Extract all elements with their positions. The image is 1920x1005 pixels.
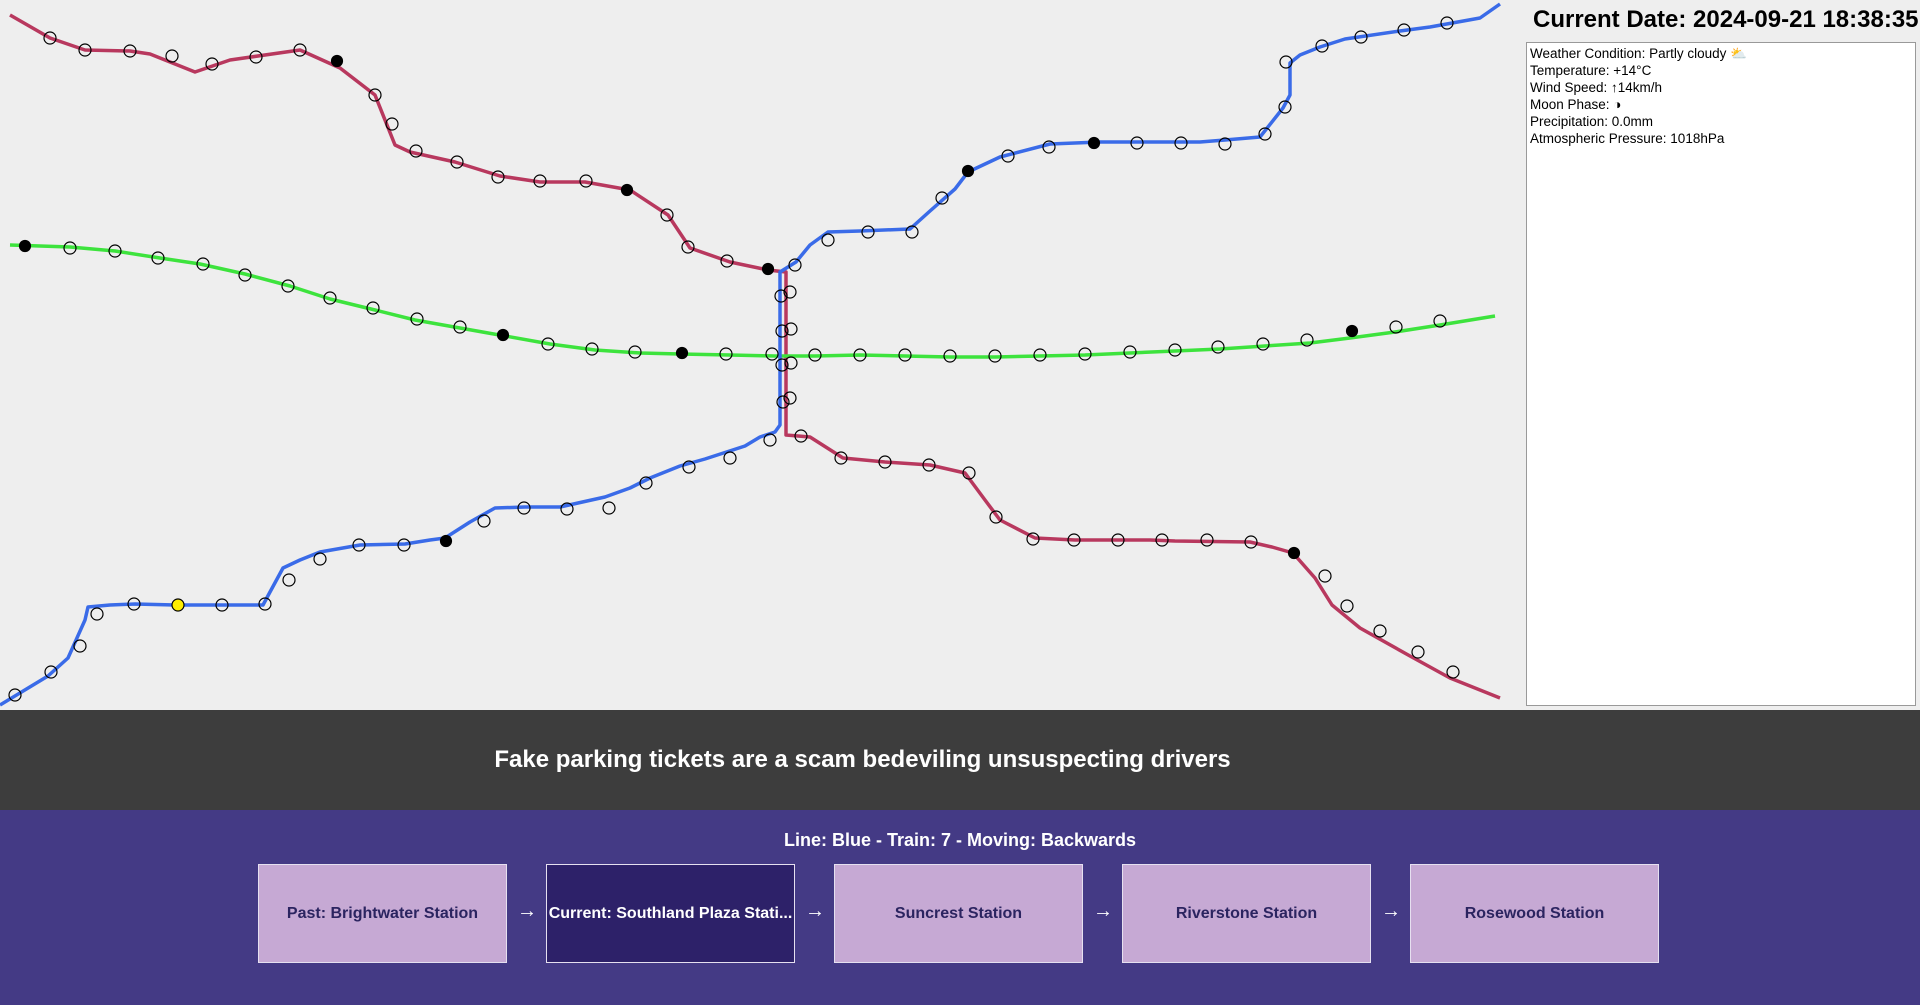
news-headline: Fake parking tickets are a scam bedevili…: [494, 746, 1231, 773]
station-marker-occupied[interactable]: [18, 239, 32, 253]
arrow-right-icon: →: [1093, 900, 1113, 922]
weather-condition: Weather Condition: Partly cloudy ⛅: [1530, 46, 1747, 61]
train-line-info: Line: Blue - Train: 7 - Moving: Backward…: [783, 830, 1137, 850]
weather-panel: Weather Condition: Partly cloudy ⛅ Tempe…: [1526, 42, 1916, 706]
station-marker[interactable]: [821, 233, 835, 247]
station-marker[interactable]: [763, 433, 777, 447]
stop-card-label: Past: Brightwater Station: [286, 904, 479, 922]
station-marker[interactable]: [1411, 645, 1425, 659]
stop-card-past[interactable]: Past: Brightwater Station: [258, 864, 507, 963]
station-marker[interactable]: [90, 607, 104, 621]
station-marker[interactable]: [1446, 665, 1460, 679]
metro-map[interactable]: [0, 0, 1525, 710]
station-marker[interactable]: [73, 639, 87, 653]
weather-temperature: Temperature: +14°C: [1530, 63, 1652, 78]
stop-card-label: Riverstone Station: [1175, 904, 1318, 922]
stop-card-label: Current: Southland Plaza Stati...: [548, 904, 793, 922]
station-marker-occupied[interactable]: [330, 54, 344, 68]
arrow-right-icon: →: [805, 900, 825, 922]
station-marker[interactable]: [1340, 599, 1354, 613]
station-marker-occupied[interactable]: [675, 346, 689, 360]
current-date: Current Date: 2024-09-21 18:38:35: [1533, 6, 1919, 33]
stop-card-current[interactable]: Current: Southland Plaza Stati...: [546, 864, 795, 963]
metro-map-canvas[interactable]: [0, 0, 1525, 710]
station-marker-occupied[interactable]: [439, 534, 453, 548]
station-marker[interactable]: [313, 552, 327, 566]
station-marker[interactable]: [165, 49, 179, 63]
station-marker-occupied[interactable]: [961, 164, 975, 178]
stop-card-label: Suncrest Station: [894, 904, 1023, 922]
weather-precipitation: Precipitation: 0.0mm: [1530, 114, 1654, 129]
news-ticker: Fake parking tickets are a scam bedevili…: [0, 710, 1920, 810]
arrow-right-icon: →: [517, 900, 537, 922]
stop-card-label: Rosewood Station: [1464, 904, 1605, 922]
train-info-panel: Line: Blue - Train: 7 - Moving: Backward…: [0, 810, 1920, 1005]
station-marker-occupied[interactable]: [761, 262, 775, 276]
stop-card-next-3[interactable]: Rosewood Station: [1410, 864, 1659, 963]
station-marker-occupied[interactable]: [1287, 546, 1301, 560]
station-marker[interactable]: [1318, 569, 1332, 583]
station-marker[interactable]: [765, 347, 779, 361]
station-marker-occupied[interactable]: [1087, 136, 1101, 150]
stop-card-next-1[interactable]: Suncrest Station: [834, 864, 1083, 963]
weather-moon-phase: Moon Phase: ◑: [1530, 97, 1622, 112]
station-marker[interactable]: [282, 573, 296, 587]
station-marker-occupied[interactable]: [620, 183, 634, 197]
station-marker[interactable]: [1373, 624, 1387, 638]
station-markers: [8, 16, 1460, 702]
weather-wind-speed: Wind Speed: ↑14km/h: [1530, 80, 1663, 95]
stop-card-next-2[interactable]: Riverstone Station: [1122, 864, 1371, 963]
station-marker[interactable]: [477, 514, 491, 528]
station-marker-occupied[interactable]: [1345, 324, 1359, 338]
info-sidebar: Current Date: 2024-09-21 18:38:35 Weathe…: [1525, 0, 1920, 710]
arrow-right-icon: →: [1381, 900, 1401, 922]
station-marker[interactable]: [1256, 337, 1270, 351]
station-marker[interactable]: [602, 501, 616, 515]
green-line-route: [9, 243, 1496, 359]
weather-pressure: Atmospheric Pressure: 1018hPa: [1530, 131, 1725, 146]
station-marker-selected[interactable]: [171, 598, 185, 612]
station-marker[interactable]: [723, 451, 737, 465]
station-marker-occupied[interactable]: [496, 328, 510, 342]
station-marker[interactable]: [1211, 340, 1225, 354]
